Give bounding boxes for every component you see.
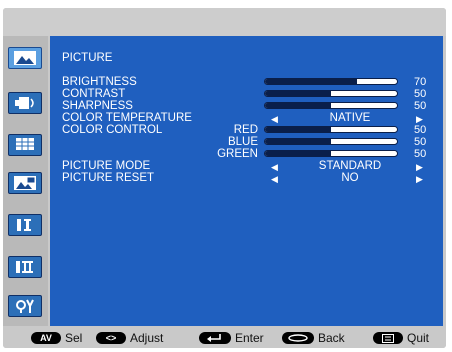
- picture-reset-label: PICTURE RESET: [62, 172, 155, 184]
- back-hint: Back: [282, 331, 345, 345]
- red-label: RED: [233, 124, 258, 136]
- brightness-value: 70: [414, 76, 427, 88]
- enter-key-icon: [199, 332, 231, 344]
- contrast-value: 50: [414, 88, 427, 100]
- green-value: 50: [414, 148, 427, 160]
- enter-label: Enter: [235, 331, 264, 345]
- picture-mode-left-arrow-icon[interactable]: ◀: [271, 161, 278, 173]
- setup1-icon[interactable]: [8, 214, 42, 236]
- color-control-label: COLOR CONTROL: [62, 124, 163, 136]
- menu-title: PICTURE: [62, 52, 113, 64]
- title-bar: [3, 8, 446, 36]
- color-temperature-value: NATIVE: [329, 112, 371, 124]
- screen-icon[interactable]: [8, 134, 42, 156]
- sel-hint: AV Sel: [31, 331, 82, 345]
- picture-menu-panel: PICTURE BRIGHTNESS 70 CONTRAST 50 SHARPN…: [50, 36, 443, 326]
- picture-mode-right-arrow-icon[interactable]: ▶: [416, 161, 423, 173]
- sharpness-value: 50: [414, 100, 427, 112]
- brightness-slider[interactable]: [264, 78, 398, 85]
- contrast-slider[interactable]: [264, 90, 398, 97]
- picture-mode-label: PICTURE MODE: [62, 160, 151, 172]
- setup2-icon[interactable]: [8, 256, 42, 278]
- adjust-label: Adjust: [130, 331, 164, 345]
- green-slider[interactable]: [264, 150, 398, 157]
- green-label: GREEN: [217, 148, 258, 160]
- left-right-key-icon: <>: [96, 332, 126, 344]
- sharpness-slider[interactable]: [264, 102, 398, 109]
- sharpness-label: SHARPNESS: [62, 100, 133, 112]
- sel-label: Sel: [65, 331, 83, 345]
- osd-menu-window: PICTURE BRIGHTNESS 70 CONTRAST 50 SHARPN…: [3, 8, 446, 348]
- picture-reset-value: NO: [341, 172, 359, 184]
- quit-label: Quit: [407, 331, 430, 345]
- adjust-hint: <> Adjust: [96, 331, 163, 345]
- blue-value: 50: [414, 136, 427, 148]
- options-icon[interactable]: [8, 295, 42, 317]
- enter-hint: Enter: [199, 331, 264, 345]
- blue-label: BLUE: [227, 136, 258, 148]
- audio-icon[interactable]: [8, 92, 42, 114]
- blue-slider[interactable]: [264, 138, 398, 145]
- back-label: Back: [318, 331, 345, 345]
- color-temperature-left-arrow-icon[interactable]: ◀: [271, 113, 278, 125]
- red-value: 50: [414, 124, 427, 136]
- picture-reset-right-arrow-icon[interactable]: ▶: [416, 173, 423, 185]
- brightness-label: BRIGHTNESS: [62, 76, 137, 88]
- back-key-icon: [282, 332, 314, 344]
- key-guide-bar: AV Sel <> Adjust Enter Back Quit: [3, 326, 446, 348]
- contrast-label: CONTRAST: [62, 88, 126, 100]
- picture-reset-left-arrow-icon[interactable]: ◀: [271, 173, 278, 185]
- menu-key-icon: [373, 332, 403, 344]
- up-down-key-icon: AV: [31, 332, 61, 344]
- sidebar: [3, 36, 48, 326]
- pip-icon[interactable]: [8, 172, 42, 194]
- color-temperature-label: COLOR TEMPERATURE: [62, 112, 192, 124]
- red-slider[interactable]: [264, 126, 398, 133]
- picture-mode-value: STANDARD: [318, 160, 382, 172]
- picture-icon[interactable]: [8, 47, 42, 69]
- quit-hint: Quit: [373, 331, 429, 345]
